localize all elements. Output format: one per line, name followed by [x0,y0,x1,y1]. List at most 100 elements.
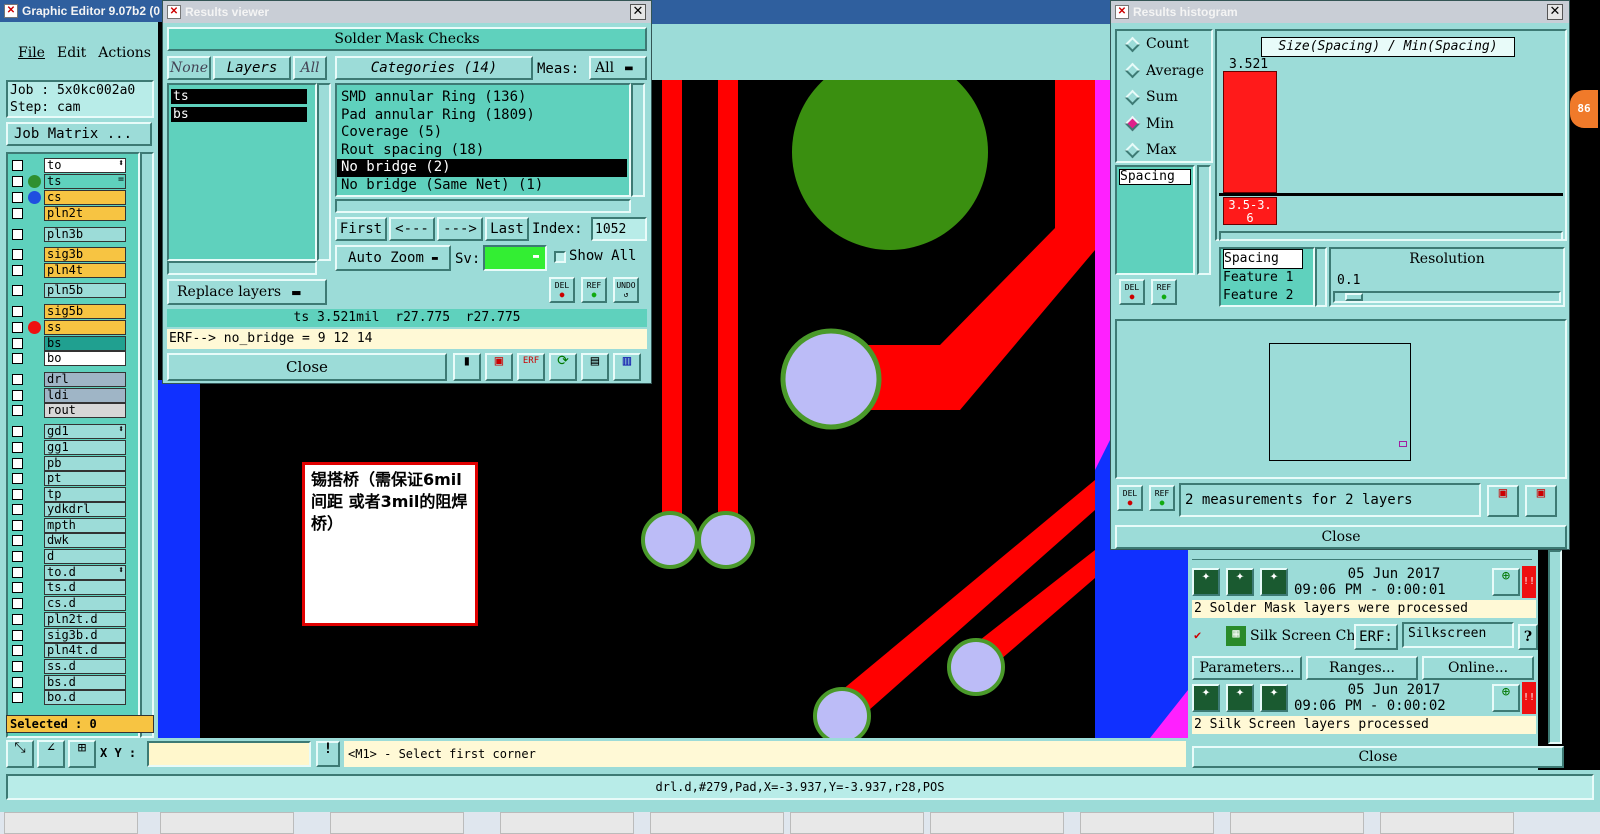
zoom-icon-1[interactable]: ⊕ [1492,568,1520,596]
xy-input[interactable] [147,741,311,767]
run-icon-3[interactable]: ✦ [1260,568,1288,596]
layer-checkbox[interactable] [12,192,23,203]
layer-row[interactable]: ts = [12,174,126,189]
histogram-icon[interactable]: ▥ [613,353,641,381]
warn-badge-2[interactable]: !! [1522,682,1536,714]
layer-row[interactable]: drl [12,372,126,387]
category-item[interactable]: No bridge (Same Net) (1) [337,177,627,195]
layer-row[interactable]: cs [12,190,126,205]
refresh-icon[interactable]: ⟳ [549,353,577,381]
measure-icon[interactable]: ∠ [37,740,65,768]
categories-button[interactable]: Categories (14) [335,56,533,80]
replace-layers-button[interactable]: Replace layers ▬ [167,279,327,305]
layer-checkbox[interactable] [12,390,23,401]
layer-row[interactable]: bo [12,351,126,366]
silk-check-icon[interactable]: ✔ [1194,628,1208,642]
layer-row[interactable]: pln3b [12,227,126,242]
layer-row[interactable]: pln2t.d [12,612,126,627]
layer-row[interactable]: pt [12,471,126,486]
layer-checkbox[interactable] [12,405,23,416]
layer-checkbox[interactable] [12,582,23,593]
results-close-button[interactable]: Close [167,353,447,381]
layer-checkbox[interactable] [12,322,23,333]
layer-name[interactable]: sig5b [44,304,126,319]
layer-name[interactable]: cs.d [44,596,126,611]
sv-color-select[interactable]: ▬ [483,245,547,271]
resolution-slider[interactable] [1333,291,1561,303]
layer-name[interactable]: gd1 [44,424,126,439]
layer-checkbox[interactable] [12,489,23,500]
layer-checkbox[interactable] [12,677,23,688]
index-input[interactable] [591,217,647,241]
layer-checkbox[interactable] [12,374,23,385]
layer-checkbox[interactable] [12,338,23,349]
layer-checkbox[interactable] [12,504,23,515]
layer-row[interactable]: ts.d [12,580,126,595]
stat-radio-count[interactable]: Count [1123,33,1189,55]
layer-name[interactable]: pt [44,471,126,486]
layer-row[interactable]: bo.d [12,690,126,705]
layer-row[interactable]: ss.d [12,659,126,674]
undo-icon[interactable]: UNDO ↺ [613,277,639,303]
layer-row[interactable]: rout [12,403,126,418]
none-button[interactable]: None [167,56,211,80]
summary-del-icon[interactable]: DEL ● [1117,485,1143,511]
layer-checkbox[interactable] [12,176,23,187]
layer-results-vscroll[interactable] [317,83,331,261]
del-icon[interactable]: DEL ● [549,277,575,303]
stat-radio-max[interactable]: Max [1123,139,1177,161]
taskbar-item-8[interactable] [1080,812,1214,834]
layer-list-scrollbar[interactable] [140,152,154,738]
layer-checkbox[interactable] [12,520,23,531]
silk-erf-value[interactable]: Silkscreen [1402,622,1514,648]
layer-row[interactable]: pln5b [12,283,126,298]
layer-row[interactable]: to ⬍ [12,158,126,173]
layer-name[interactable]: sig3b.d [44,628,126,643]
layer-name[interactable]: to.d [44,565,126,580]
layer-row[interactable]: gd1 ⬍ [12,424,126,439]
prev-button[interactable]: <--- [389,217,435,241]
layer-checkbox[interactable] [12,306,23,317]
layers-button[interactable]: Layers [213,56,291,80]
category-item[interactable]: Coverage (5) [337,124,627,142]
measure-list[interactable]: Spacing [1115,165,1195,275]
meas-select[interactable]: All ▬ [589,56,647,80]
layer-checkbox[interactable] [12,229,23,240]
layer-checkbox[interactable] [12,598,23,609]
layer-row[interactable]: cs.d [12,596,126,611]
layer-name[interactable]: bo.d [44,690,126,705]
job-matrix-button[interactable]: Job Matrix ... [6,122,152,146]
layer-name[interactable]: ss.d [44,659,126,674]
import-icon[interactable]: ▣ [1525,485,1557,517]
taskbar-item-6[interactable] [790,812,924,834]
view-layer-icon[interactable]: ▮ [453,353,481,381]
layer-row[interactable]: ydkdrl [12,502,126,517]
histogram-close-button[interactable]: Close [1115,525,1567,549]
layer-name[interactable]: ydkdrl [44,502,126,517]
layer-row[interactable]: sig5b [12,304,126,319]
erf-icon[interactable]: ERF [517,353,545,381]
layer-name[interactable]: d [44,549,126,564]
warn-badge-1[interactable]: !! [1522,566,1536,598]
layer-row[interactable]: sig3b [12,247,126,262]
silk-screen-name[interactable]: Silk Screen Che [1250,628,1364,644]
category-item[interactable]: SMD annular Ring (136) [337,89,627,107]
summary-ref-icon[interactable]: REF ● [1149,485,1175,511]
feature-list-scroll[interactable] [1315,247,1327,307]
menu-edit[interactable]: Edit [57,45,86,61]
layer-row[interactable]: ss [12,320,126,335]
layer-name[interactable]: drl [44,372,126,387]
menu-file[interactable]: File [18,45,45,61]
layer-row[interactable]: sig3b.d [12,628,126,643]
layer-name[interactable]: pln2t [44,206,126,221]
layer-row[interactable]: pln4t [12,263,126,278]
notes-icon[interactable]: ▤ [581,353,609,381]
run-icon-2[interactable]: ✦ [1226,568,1254,596]
layer-results-hscroll[interactable] [167,261,317,275]
measure-list-scroll[interactable] [1197,165,1211,275]
layer-name[interactable]: ss [44,320,126,335]
layer-checkbox[interactable] [12,442,23,453]
ranges-button[interactable]: Ranges... [1306,656,1418,680]
layer-checkbox[interactable] [12,473,23,484]
layer-checkbox[interactable] [12,353,23,364]
